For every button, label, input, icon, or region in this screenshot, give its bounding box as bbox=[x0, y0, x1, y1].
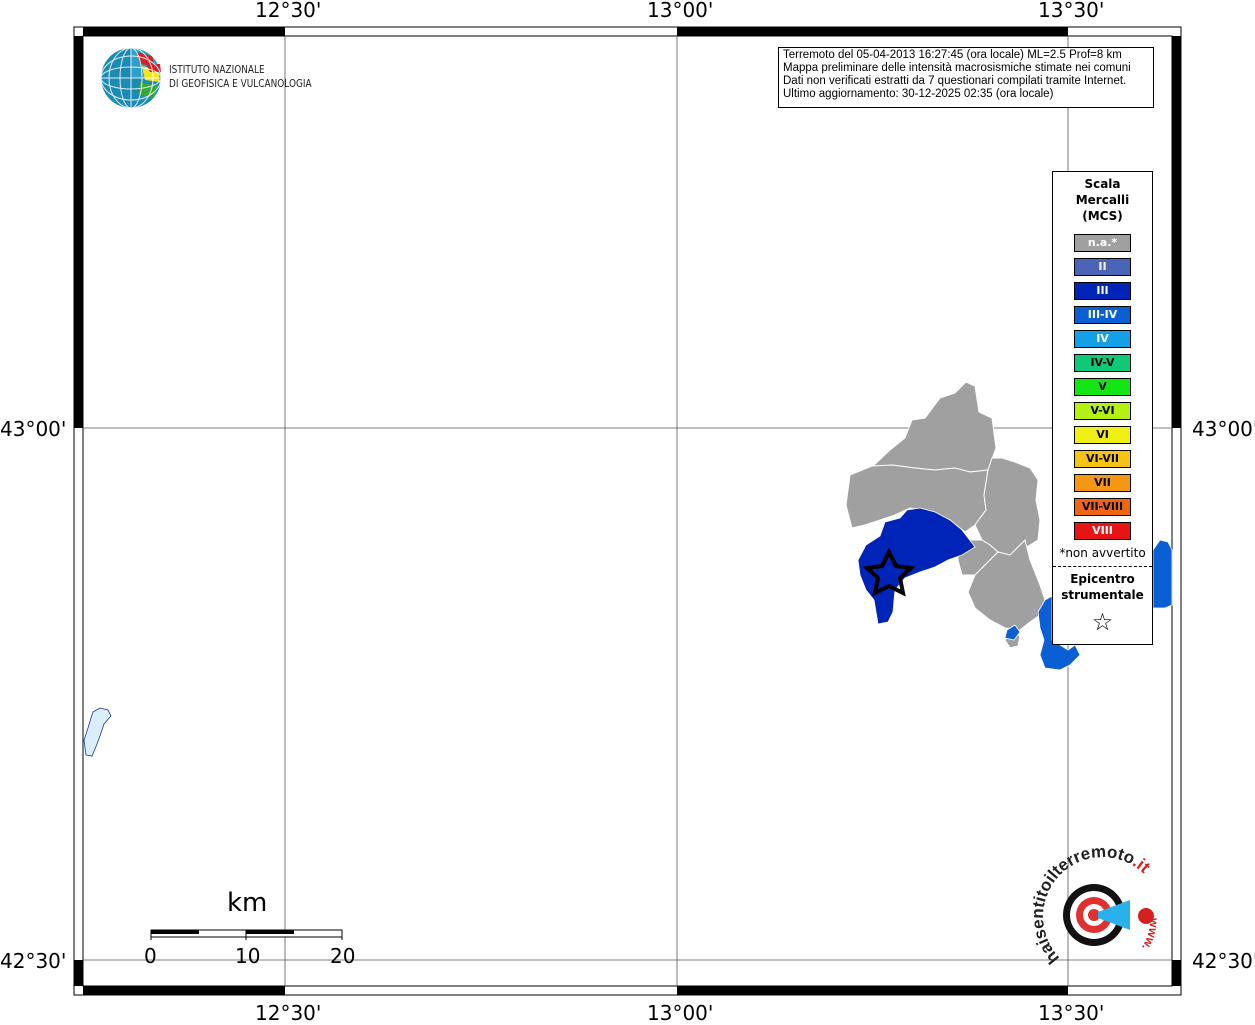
legend-items: n.a.* II III III-IV IV IV-V V V-VI VI VI-VII VII VI… bbox=[1053, 234, 1152, 540]
legend-title-line3: (MCS) bbox=[1082, 209, 1123, 223]
legend-item-1: II bbox=[1074, 258, 1131, 276]
lat-label-right-42-30: 42°30' bbox=[1192, 949, 1255, 973]
lon-label-bottom-12-30: 12°30' bbox=[255, 1001, 322, 1025]
ingv-globe-logo bbox=[100, 47, 162, 109]
event-info-line1: Terremoto del 05-04-2013 16:27:45 (ora l… bbox=[783, 49, 1122, 61]
lat-label-right-43-00: 43°00' bbox=[1192, 417, 1255, 441]
ingv-name: ISTITUTO NAZIONALE DI GEOFISICA E VULCAN… bbox=[169, 63, 312, 91]
legend-item-2: III bbox=[1074, 282, 1131, 300]
legend-item-5: IV-V bbox=[1074, 354, 1131, 372]
legend-title-line1: Scala bbox=[1084, 177, 1121, 191]
frame-bar-right-1 bbox=[1172, 36, 1181, 428]
legend-item-3: III-IV bbox=[1074, 306, 1131, 324]
lon-label-bottom-13-00: 13°00' bbox=[647, 1001, 714, 1025]
legend-item-0: n.a.* bbox=[1074, 234, 1131, 252]
frame-bar-top-1 bbox=[83, 27, 285, 36]
ingv-name-line1: ISTITUTO NAZIONALE bbox=[169, 64, 265, 76]
legend-title-line2: Mercalli bbox=[1075, 193, 1130, 207]
frame-bar-left-2 bbox=[74, 960, 83, 986]
frame-bar-top-2 bbox=[677, 27, 1068, 36]
scale-bar-tick-0: 0 bbox=[144, 944, 157, 968]
legend-epicenter-line2: strumentale bbox=[1061, 588, 1144, 602]
scale-bar-tick-20: 20 bbox=[330, 944, 356, 968]
legend-item-4: IV bbox=[1074, 330, 1131, 348]
legend-not-felt-note: *non avvertito bbox=[1053, 546, 1152, 567]
scale-bar-unit: km bbox=[227, 888, 268, 918]
legend-item-7: V-VI bbox=[1074, 402, 1131, 420]
lat-label-left-42-30: 42°30' bbox=[0, 949, 67, 973]
legend-item-8: VI bbox=[1074, 426, 1131, 444]
legend-epicenter-label: Epicentro strumentale bbox=[1053, 571, 1152, 603]
scale-bar-tick-10: 10 bbox=[235, 944, 261, 968]
lon-label-top-13-30: 13°30' bbox=[1038, 0, 1105, 22]
legend-item-10: VII bbox=[1074, 474, 1131, 492]
legend-star-icon: ☆ bbox=[1091, 608, 1114, 636]
lon-label-top-13-00: 13°00' bbox=[647, 0, 714, 22]
legend-item-6: V bbox=[1074, 378, 1131, 396]
legend-item-9: VI-VII bbox=[1074, 450, 1131, 468]
event-info-box: Terremoto del 05-04-2013 16:27:45 (ora l… bbox=[778, 47, 1154, 108]
event-info-line4: Ultimo aggiornamento: 30-12-2025 02:35 (… bbox=[783, 88, 1054, 100]
event-info-line2: Mappa preliminare delle intensità macros… bbox=[783, 62, 1131, 74]
legend-epicenter-line1: Epicentro bbox=[1070, 572, 1135, 586]
legend-item-12: VIII bbox=[1074, 522, 1131, 540]
event-info-line3: Dati non verificati estratti da 7 questi… bbox=[783, 75, 1127, 87]
municipality-intensity-iii-iv-2 bbox=[1152, 539, 1173, 609]
frame-bar-left-1 bbox=[74, 36, 83, 428]
frame-bar-right-2 bbox=[1172, 960, 1181, 986]
lon-label-bottom-13-30: 13°30' bbox=[1038, 1001, 1105, 1025]
lat-label-left-43-00: 43°00' bbox=[0, 417, 67, 441]
ingv-name-line2: DI GEOFISICA E VULCANOLOGIA bbox=[169, 78, 312, 90]
intensity-legend: Scala Mercalli (MCS) n.a.* II III III-IV IV I… bbox=[1052, 171, 1153, 645]
lon-label-top-12-30: 12°30' bbox=[255, 0, 322, 22]
frame-bar-bottom-2 bbox=[677, 986, 1068, 995]
legend-item-11: VII-VIII bbox=[1074, 498, 1131, 516]
legend-title: Scala Mercalli (MCS) bbox=[1053, 176, 1152, 224]
frame-bar-bottom-1 bbox=[83, 986, 285, 995]
